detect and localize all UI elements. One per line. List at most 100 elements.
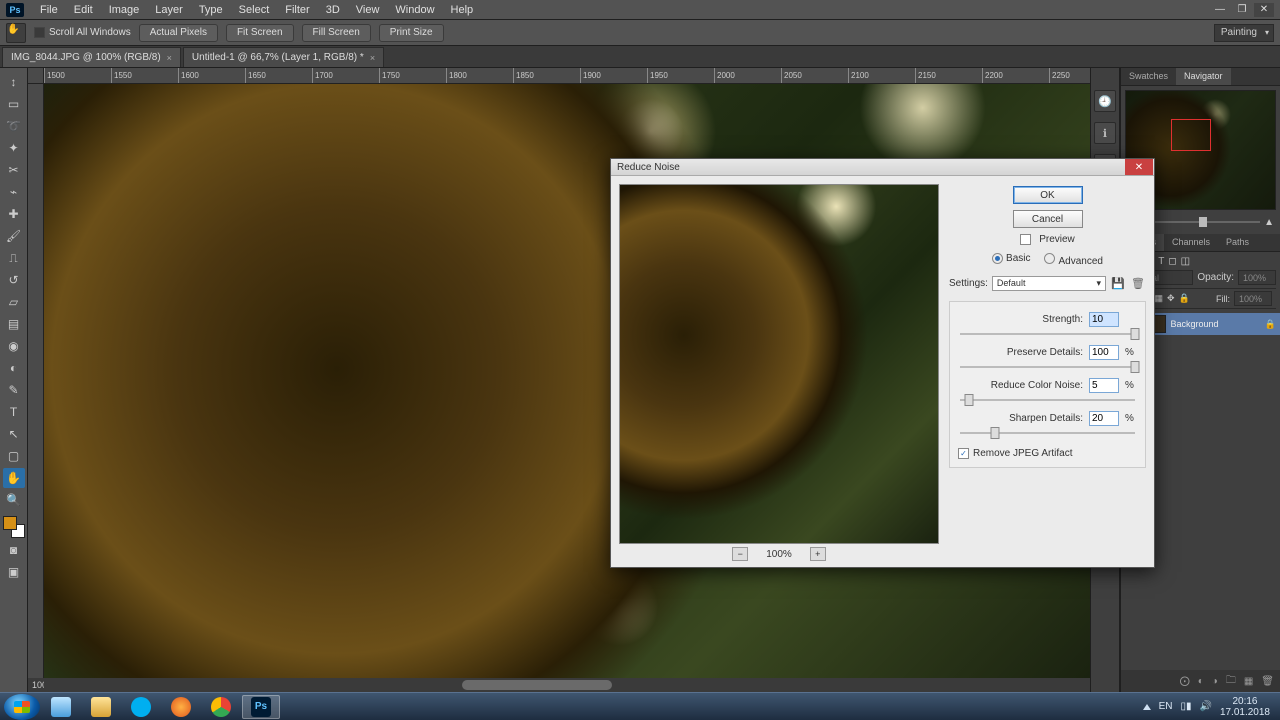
taskbar-files[interactable] — [82, 695, 120, 719]
fg-color-swatch[interactable] — [3, 516, 17, 530]
fill-screen-button[interactable]: Fill Screen — [302, 24, 371, 42]
gradient-tool-icon[interactable]: ▤ — [3, 314, 25, 334]
sharpen-details-slider[interactable] — [960, 432, 1135, 434]
taskbar-firefox[interactable] — [162, 695, 200, 719]
scroll-all-checkbox[interactable] — [34, 27, 45, 38]
menu-filter[interactable]: Filter — [277, 2, 317, 18]
horizontal-scrollbar[interactable] — [44, 678, 1090, 692]
basic-radio[interactable]: Basic — [992, 253, 1030, 267]
history-brush-tool-icon[interactable]: ↺ — [3, 270, 25, 290]
document-tab[interactable]: IMG_8044.JPG @ 100% (RGB/8)× — [2, 47, 181, 67]
strength-field[interactable] — [1089, 312, 1119, 327]
settings-dropdown[interactable]: Default▾ — [992, 276, 1106, 291]
cancel-button[interactable]: Cancel — [1013, 210, 1083, 228]
fill-field[interactable]: 100% — [1234, 291, 1272, 306]
mask-icon[interactable]: ◐ — [1198, 676, 1204, 687]
advanced-radio[interactable]: Advanced — [1044, 253, 1102, 267]
remove-jpeg-checkbox[interactable]: ✓ — [958, 448, 969, 459]
heal-tool-icon[interactable]: ✚ — [3, 204, 25, 224]
menu-3d[interactable]: 3D — [318, 2, 348, 18]
group-icon[interactable]: 🗀 — [1226, 673, 1236, 690]
stamp-tool-icon[interactable]: ⎍ — [3, 248, 25, 268]
channels-tab[interactable]: Channels — [1164, 234, 1218, 251]
properties-panel-icon[interactable]: ℹ — [1094, 122, 1116, 144]
screenmode-icon[interactable]: ▣ — [3, 562, 25, 582]
taskbar-clock[interactable]: 20:16 17.01.2018 — [1220, 696, 1270, 718]
eyedropper-tool-icon[interactable]: ⌁ — [3, 182, 25, 202]
navigator-viewbox[interactable] — [1171, 119, 1211, 151]
trash-icon[interactable]: 🗑 — [1261, 676, 1274, 687]
opacity-field[interactable]: 100% — [1238, 270, 1276, 285]
brush-tool-icon[interactable]: 🖌 — [3, 226, 25, 246]
zoom-tool-icon[interactable]: 🔍 — [3, 490, 25, 510]
path-tool-icon[interactable]: ↖ — [3, 424, 25, 444]
zoom-in-icon[interactable]: ▲ — [1264, 217, 1274, 228]
filter-smart-icon[interactable]: ◫ — [1181, 256, 1190, 267]
dialog-titlebar[interactable]: Reduce Noise ✕ — [611, 159, 1154, 176]
fit-screen-button[interactable]: Fit Screen — [226, 24, 294, 42]
scrollbar-thumb[interactable] — [462, 680, 612, 690]
menu-help[interactable]: Help — [443, 2, 482, 18]
hand-tool-icon[interactable]: ✋ — [3, 468, 25, 488]
new-layer-icon[interactable]: ▦ — [1244, 676, 1253, 687]
swatches-tab[interactable]: Swatches — [1121, 68, 1176, 85]
language-indicator[interactable]: EN — [1159, 701, 1173, 712]
history-panel-icon[interactable]: 🕘 — [1094, 90, 1116, 112]
workspace-dropdown[interactable]: Painting — [1214, 24, 1274, 42]
eraser-tool-icon[interactable]: ▱ — [3, 292, 25, 312]
strength-slider[interactable] — [960, 333, 1135, 335]
document-tab[interactable]: Untitled-1 @ 66,7% (Layer 1, RGB/8) *× — [183, 47, 384, 67]
close-tab-icon[interactable]: × — [167, 53, 172, 63]
menu-view[interactable]: View — [348, 2, 388, 18]
volume-icon[interactable]: 🔊 — [1199, 701, 1211, 712]
menu-file[interactable]: File — [32, 2, 66, 18]
reduce-color-noise-slider[interactable] — [960, 399, 1135, 401]
ok-button[interactable]: OK — [1013, 186, 1083, 204]
window-minimize[interactable]: — — [1210, 3, 1230, 17]
window-close[interactable]: ✕ — [1254, 3, 1274, 17]
show-hidden-icons[interactable] — [1143, 704, 1151, 710]
crop-tool-icon[interactable]: ✂ — [3, 160, 25, 180]
menu-window[interactable]: Window — [387, 2, 442, 18]
preview-checkbox[interactable] — [1020, 234, 1031, 245]
lock-all-icon[interactable]: 🔒 — [1179, 293, 1190, 304]
paths-tab[interactable]: Paths — [1218, 234, 1257, 251]
sharpen-details-field[interactable] — [1089, 411, 1119, 426]
menu-select[interactable]: Select — [231, 2, 278, 18]
filter-type-icon[interactable]: T — [1158, 256, 1164, 267]
start-button[interactable] — [4, 694, 40, 720]
lock-position-icon[interactable]: ✥ — [1167, 293, 1175, 304]
filter-shape-icon[interactable]: ◻ — [1168, 256, 1176, 267]
network-icon[interactable]: ▯▮ — [1180, 701, 1191, 712]
preserve-details-slider[interactable] — [960, 366, 1135, 368]
close-tab-icon[interactable]: × — [370, 53, 375, 63]
taskbar-photoshop[interactable]: Ps — [242, 695, 280, 719]
taskbar-explorer[interactable] — [42, 695, 80, 719]
zoom-out-button[interactable]: − — [732, 547, 748, 561]
zoom-in-button[interactable]: + — [810, 547, 826, 561]
blur-tool-icon[interactable]: ◉ — [3, 336, 25, 356]
dialog-preview[interactable] — [619, 184, 939, 544]
color-swatches[interactable] — [3, 516, 25, 538]
quickmask-icon[interactable]: ◙ — [3, 540, 25, 560]
actual-pixels-button[interactable]: Actual Pixels — [139, 24, 218, 42]
navigator-tab[interactable]: Navigator — [1176, 68, 1231, 85]
reduce-color-noise-field[interactable] — [1089, 378, 1119, 393]
lasso-tool-icon[interactable]: ➰ — [3, 116, 25, 136]
marquee-tool-icon[interactable]: ▭ — [3, 94, 25, 114]
lock-pixels-icon[interactable]: ▦ — [1155, 293, 1164, 304]
fx-icon[interactable]: ⨀ — [1180, 676, 1190, 687]
type-tool-icon[interactable]: T — [3, 402, 25, 422]
save-preset-icon[interactable]: 💾 — [1110, 275, 1126, 291]
dodge-tool-icon[interactable]: ◐ — [3, 358, 25, 378]
menu-type[interactable]: Type — [191, 2, 231, 18]
hand-tool-icon[interactable]: ✋ — [6, 23, 26, 43]
wand-tool-icon[interactable]: ✦ — [3, 138, 25, 158]
dialog-close-button[interactable]: ✕ — [1125, 159, 1153, 175]
taskbar-chrome[interactable] — [202, 695, 240, 719]
menu-layer[interactable]: Layer — [147, 2, 191, 18]
shape-tool-icon[interactable]: ▢ — [3, 446, 25, 466]
taskbar-skype[interactable] — [122, 695, 160, 719]
window-restore[interactable]: ❐ — [1232, 3, 1252, 17]
delete-preset-icon[interactable]: 🗑 — [1130, 275, 1146, 291]
